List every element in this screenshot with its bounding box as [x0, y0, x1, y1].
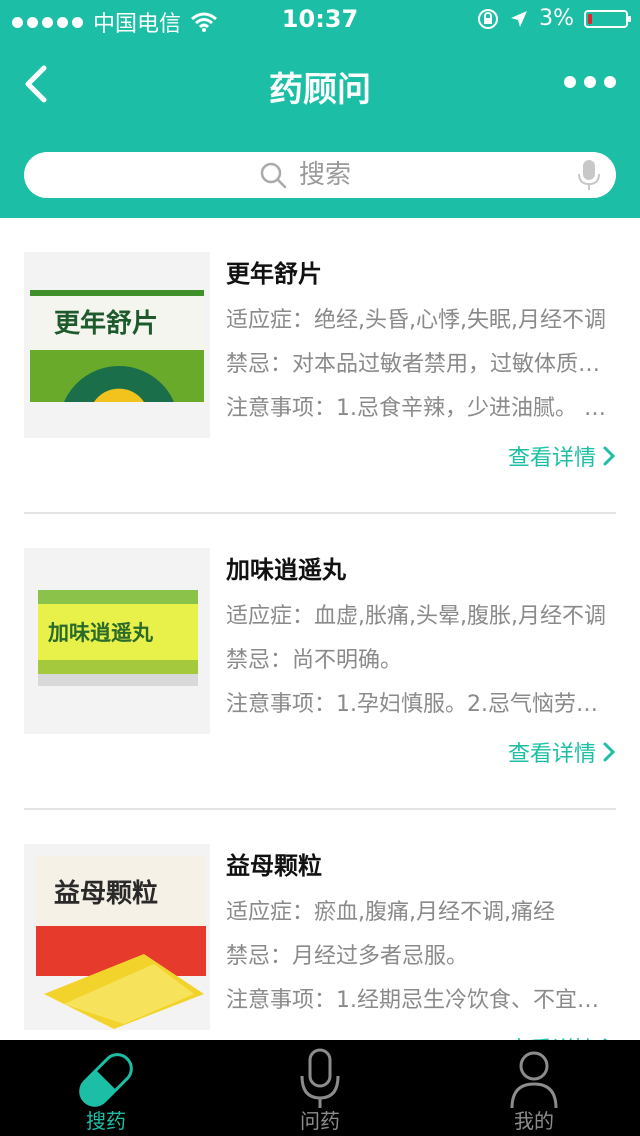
- list-item[interactable]: 加味逍遥丸 加味逍遥丸 适应症：血虚,胀痛,头晕,腹胀,月经不调 禁忌：尚不明确…: [24, 514, 616, 810]
- status-bar: 中国电信 10:37 3%: [0, 0, 640, 40]
- voice-search-icon[interactable]: [576, 159, 602, 191]
- chevron-right-icon: [603, 742, 616, 762]
- nav-bar: 药顾问: [0, 48, 640, 118]
- medicine-package-image: 更年舒片: [30, 290, 204, 402]
- pill-icon: [79, 1053, 133, 1107]
- tab-bar: 搜药 问药 我的: [0, 1040, 640, 1136]
- battery-percent: 3%: [539, 6, 574, 31]
- chevron-right-icon: [603, 446, 616, 466]
- search-input[interactable]: [297, 159, 381, 191]
- medicine-image: 益母颗粒: [24, 844, 210, 1030]
- indication-text: 适应症：血虚,胀痛,头晕,腹胀,月经不调: [226, 604, 606, 629]
- svg-text:更年舒片: 更年舒片: [54, 308, 158, 339]
- medicine-package-image: 加味逍遥丸: [38, 590, 198, 686]
- tab-ask-medicine[interactable]: 问药: [240, 1040, 400, 1136]
- medicine-name[interactable]: 加味逍遥丸: [226, 550, 346, 585]
- svg-text:益母颗粒: 益母颗粒: [54, 878, 158, 909]
- medicine-list[interactable]: 更年舒片 更年舒片 适应症：绝经,头昏,心悸,失眠,月经不调 禁忌：对本品过敏者…: [0, 218, 640, 1040]
- medicine-image: 更年舒片: [24, 252, 210, 438]
- contraindication-text: 禁忌：对本品过敏者禁用，过敏体质者慎用: [226, 352, 616, 377]
- tab-label: 我的: [514, 1109, 554, 1133]
- search-bar[interactable]: [24, 152, 616, 198]
- tab-profile[interactable]: 我的: [454, 1040, 614, 1136]
- indication-text: 适应症：绝经,头昏,心悸,失眠,月经不调: [226, 308, 606, 333]
- list-item[interactable]: 更年舒片 更年舒片 适应症：绝经,头昏,心悸,失眠,月经不调 禁忌：对本品过敏者…: [24, 218, 616, 514]
- contraindication-text: 禁忌：尚不明确。: [226, 648, 403, 673]
- battery-icon: [584, 9, 631, 28]
- precaution-text: 注意事项：1.孕妇慎服。2.忌气恼劳碌，忌生冷油腻: [226, 692, 616, 717]
- contraindication-text: 禁忌：月经过多者忌服。: [226, 944, 469, 969]
- indication-text: 适应症：瘀血,腹痛,月经不调,痛经: [226, 900, 555, 925]
- tab-label: 搜药: [86, 1109, 126, 1133]
- more-options-button[interactable]: [564, 76, 616, 88]
- search-icon: [260, 162, 287, 189]
- precaution-text: 注意事项：1.忌食辛辣，少进油腻。 2.感冒发热病人不宜服用: [226, 396, 616, 421]
- orientation-lock-icon: [478, 8, 499, 29]
- medicine-name[interactable]: 更年舒片: [226, 254, 322, 289]
- view-details-link[interactable]: 查看详情: [508, 1032, 616, 1040]
- precaution-text: 注意事项：1.经期忌生冷饮食、不宜洗凉水澡: [226, 988, 616, 1013]
- view-details-link[interactable]: 查看详情: [508, 736, 616, 768]
- user-icon: [510, 1051, 558, 1109]
- medicine-image: 加味逍遥丸: [24, 548, 210, 734]
- view-details-link[interactable]: 查看详情: [508, 440, 616, 472]
- medicine-name[interactable]: 益母颗粒: [226, 846, 322, 881]
- page-title: 药顾问: [269, 70, 371, 110]
- list-item[interactable]: 益母颗粒 益母颗粒 适应症：瘀血,腹痛,月经不调,痛经 禁忌：月经过多者忌服。 …: [24, 810, 616, 1040]
- tab-label: 问药: [300, 1109, 340, 1133]
- medicine-package-image: 益母颗粒: [36, 856, 206, 1029]
- location-arrow-icon: [511, 10, 528, 27]
- microphone-icon: [300, 1048, 340, 1108]
- svg-text:加味逍遥丸: 加味逍遥丸: [47, 621, 154, 645]
- header: 中国电信 10:37 3% 药顾问: [0, 0, 640, 218]
- tab-search-medicine[interactable]: 搜药: [26, 1040, 186, 1136]
